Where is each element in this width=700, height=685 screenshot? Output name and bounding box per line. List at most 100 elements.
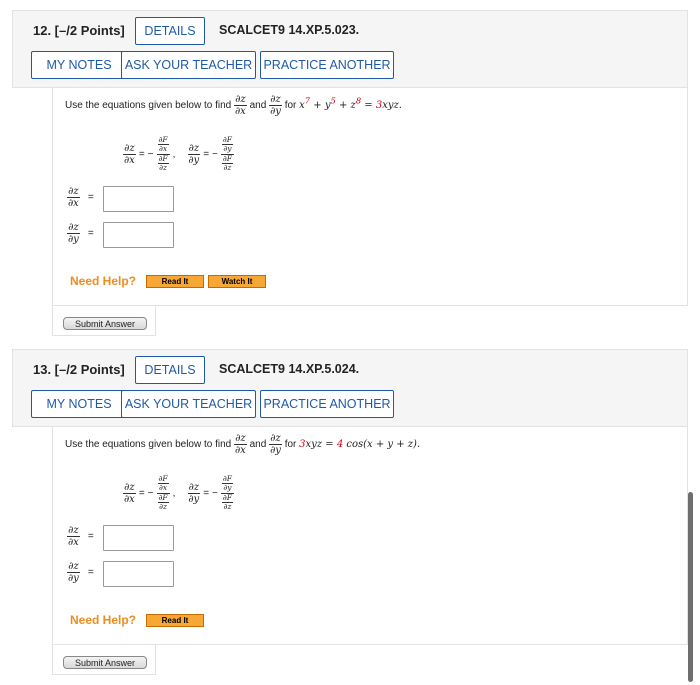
fraction-denominator: ∂y	[223, 144, 232, 154]
equation: 3xyz = 4 cos(x + y + z).	[299, 439, 420, 450]
ask-your-teacher-button[interactable]: ASK YOUR TEACHER	[121, 390, 256, 418]
eq-part: + y	[310, 100, 331, 112]
dz-dy-fraction: ∂z ∂y	[67, 561, 80, 584]
dz-dx-fraction: ∂z ∂x	[234, 433, 247, 456]
equals-sign: =	[203, 487, 210, 499]
minus-sign: −	[212, 487, 218, 499]
fraction-numerator: ∂z	[234, 94, 247, 106]
fraction-denominator: ∂x	[68, 537, 79, 548]
prompt-for: for	[284, 100, 297, 112]
minus-sign: −	[212, 148, 218, 160]
dz-dy-fraction: ∂z ∂y	[269, 94, 282, 117]
question-prompt: Use the equations given below to find ∂z…	[65, 433, 420, 456]
dz-dx-fraction: ∂z ∂x	[123, 143, 136, 166]
fraction-denominator: ∂y	[68, 573, 79, 584]
question-title: 12. [–/2 Points]	[33, 23, 125, 38]
prompt-for: for	[284, 439, 297, 451]
fraction-numerator: ∂z	[67, 561, 80, 573]
fraction-denominator: ∂z	[159, 501, 167, 511]
answer-row-dzdy: ∂z ∂y =	[67, 561, 94, 584]
fx-over-fz: ∂F ∂x ∂F ∂z	[156, 135, 170, 173]
fraction-denominator: ∂z	[159, 162, 167, 172]
practice-another-button[interactable]: PRACTICE ANOTHER	[260, 51, 394, 79]
fraction-denominator: ∂F ∂z	[157, 154, 170, 173]
fraction-denominator: ∂y	[223, 483, 232, 493]
question-code: SCALCET9 14.XP.5.024.	[219, 362, 360, 376]
dz-dx-answer-input[interactable]	[103, 525, 174, 551]
read-it-button[interactable]: Read It	[146, 275, 204, 288]
question-body: Use the equations given below to find ∂z…	[52, 88, 688, 306]
equation: x7 + y5 + z8 = 3xyz.	[299, 96, 402, 112]
prompt-and: and	[249, 100, 267, 112]
fraction-numerator: ∂z	[234, 433, 247, 445]
question-code: SCALCET9 14.XP.5.023.	[219, 23, 360, 37]
fraction-denominator: ∂y	[270, 106, 281, 117]
fraction-numerator: ∂F ∂x	[156, 474, 170, 494]
comma: ,	[172, 148, 176, 160]
fraction-denominator: ∂z	[223, 162, 232, 172]
details-button[interactable]: DETAILS	[135, 17, 205, 45]
fraction-numerator: ∂z	[269, 433, 282, 445]
implicit-formulas: ∂z ∂x = − ∂F ∂x ∂F ∂z , ∂z ∂y = − ∂F ∂y ∂F ∂z	[123, 467, 234, 519]
implicit-formulas: ∂z ∂x = − ∂F ∂x ∂F ∂z , ∂z ∂y = − ∂F ∂y ∂F ∂z	[123, 128, 234, 180]
dF-dx: ∂F ∂x	[157, 135, 169, 154]
submit-answer-button[interactable]: Submit Answer	[63, 656, 147, 669]
vertical-scrollbar[interactable]	[688, 492, 693, 682]
dF-dz: ∂F ∂z	[157, 493, 169, 512]
minus-sign: −	[147, 148, 154, 160]
eq-part: cos(x + y + z).	[343, 439, 421, 451]
answer-row-dzdx: ∂z ∂x =	[67, 525, 94, 548]
details-button[interactable]: DETAILS	[135, 356, 205, 384]
eq-part: xyz.	[382, 100, 402, 112]
fraction-numerator: ∂z	[269, 94, 282, 106]
comma: ,	[172, 487, 176, 499]
dF-dz: ∂F ∂z	[221, 493, 233, 512]
equals-sign: =	[87, 567, 94, 578]
my-notes-button[interactable]: MY NOTES	[31, 51, 127, 79]
fraction-denominator: ∂y	[188, 154, 200, 166]
read-it-button[interactable]: Read It	[146, 614, 204, 627]
fraction-denominator: ∂x	[68, 198, 79, 209]
fraction-numerator: ∂z	[123, 142, 136, 155]
fraction-numerator: ∂z	[67, 525, 80, 537]
my-notes-button[interactable]: MY NOTES	[31, 390, 127, 418]
question-header: 13. [–/2 Points] DETAILS SCALCET9 14.XP.…	[12, 349, 688, 427]
fraction-denominator: ∂F ∂z	[221, 154, 234, 173]
eq-part: =	[361, 100, 376, 112]
dF-dx: ∂F ∂x	[157, 474, 169, 493]
fraction-numerator: ∂z	[67, 186, 80, 198]
eq-part: + z	[335, 100, 356, 112]
fraction-numerator: ∂F ∂x	[156, 135, 170, 155]
dz-dy-answer-input[interactable]	[103, 222, 174, 248]
fraction-denominator: ∂F ∂z	[221, 493, 234, 512]
practice-another-button[interactable]: PRACTICE ANOTHER	[260, 390, 394, 418]
fy-over-fz: ∂F ∂y ∂F ∂z	[220, 135, 234, 173]
prompt-and: and	[249, 439, 267, 451]
fraction-denominator: ∂x	[124, 493, 135, 505]
dz-dx-fraction: ∂z ∂x	[123, 482, 136, 505]
watch-it-button[interactable]: Watch It	[208, 275, 266, 288]
dz-dy-fraction: ∂z ∂y	[67, 222, 80, 245]
fraction-denominator: ∂x	[124, 154, 135, 166]
dz-dx-answer-input[interactable]	[103, 186, 174, 212]
question-prompt: Use the equations given below to find ∂z…	[65, 94, 402, 117]
fx-over-fz: ∂F ∂x ∂F ∂z	[156, 474, 170, 512]
question-title: 13. [–/2 Points]	[33, 362, 125, 377]
equals-sign: =	[87, 228, 94, 239]
submit-answer-button[interactable]: Submit Answer	[63, 317, 147, 330]
fraction-numerator: ∂z	[187, 142, 201, 155]
equals-sign: =	[203, 148, 210, 160]
eq-part: xyz =	[305, 439, 337, 451]
fy-over-fz: ∂F ∂y ∂F ∂z	[220, 474, 234, 512]
fraction-numerator: ∂z	[123, 481, 136, 494]
prompt-text: Use the equations given below to find	[65, 100, 232, 112]
dz-dy-answer-input[interactable]	[103, 561, 174, 587]
dz-dx-fraction: ∂z ∂x	[67, 525, 80, 548]
fraction-denominator: ∂x	[235, 106, 246, 117]
answer-row-dzdx: ∂z ∂x =	[67, 186, 94, 209]
fraction-denominator: ∂x	[158, 483, 168, 493]
ask-your-teacher-button[interactable]: ASK YOUR TEACHER	[121, 51, 256, 79]
minus-sign: −	[147, 487, 154, 499]
fraction-denominator: ∂x	[158, 144, 168, 154]
dz-dx-fraction: ∂z ∂x	[67, 186, 80, 209]
